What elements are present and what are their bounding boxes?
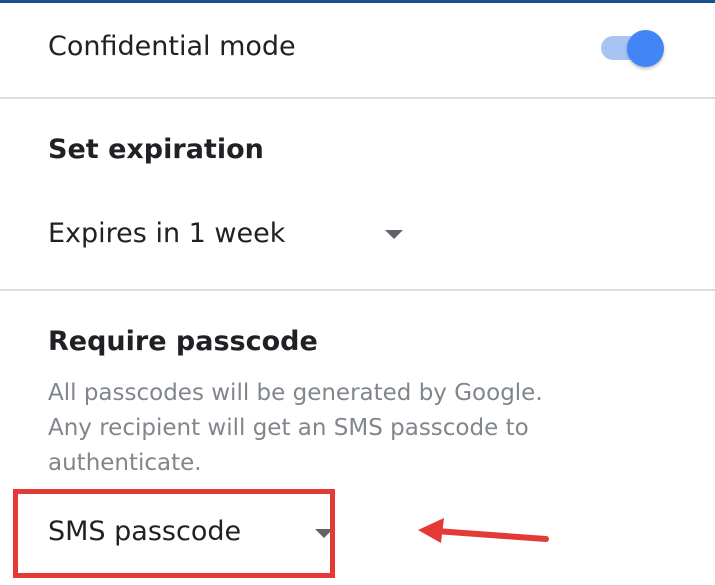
toggle-thumb xyxy=(627,30,664,67)
expiration-dropdown[interactable]: Expires in 1 week xyxy=(48,212,418,256)
require-passcode-heading: Require passcode xyxy=(48,326,318,357)
passcode-description-line: All passcodes will be generated by Googl… xyxy=(48,380,543,406)
arrow-left-icon xyxy=(418,518,549,543)
passcode-description-line: authenticate. xyxy=(48,450,202,476)
passcode-type-selected-value: SMS passcode xyxy=(48,516,242,547)
confidential-mode-toggle[interactable] xyxy=(598,25,668,73)
confidential-mode-settings: Confidential mode Set expiration Expires… xyxy=(0,0,715,585)
passcode-type-dropdown[interactable]: SMS passcode xyxy=(48,510,348,554)
set-expiration-heading: Set expiration xyxy=(48,134,264,165)
caret-down-icon xyxy=(385,230,403,239)
caret-down-icon xyxy=(315,529,333,538)
passcode-description: All passcodes will be generated by Googl… xyxy=(48,376,608,481)
section-divider xyxy=(0,289,715,291)
section-divider xyxy=(0,97,715,99)
confidential-mode-label: Confidential mode xyxy=(48,31,296,62)
expiration-selected-value: Expires in 1 week xyxy=(48,218,286,249)
confidential-mode-row[interactable]: Confidential mode xyxy=(0,3,715,97)
passcode-description-line: Any recipient will get an SMS passcode t… xyxy=(48,415,529,441)
